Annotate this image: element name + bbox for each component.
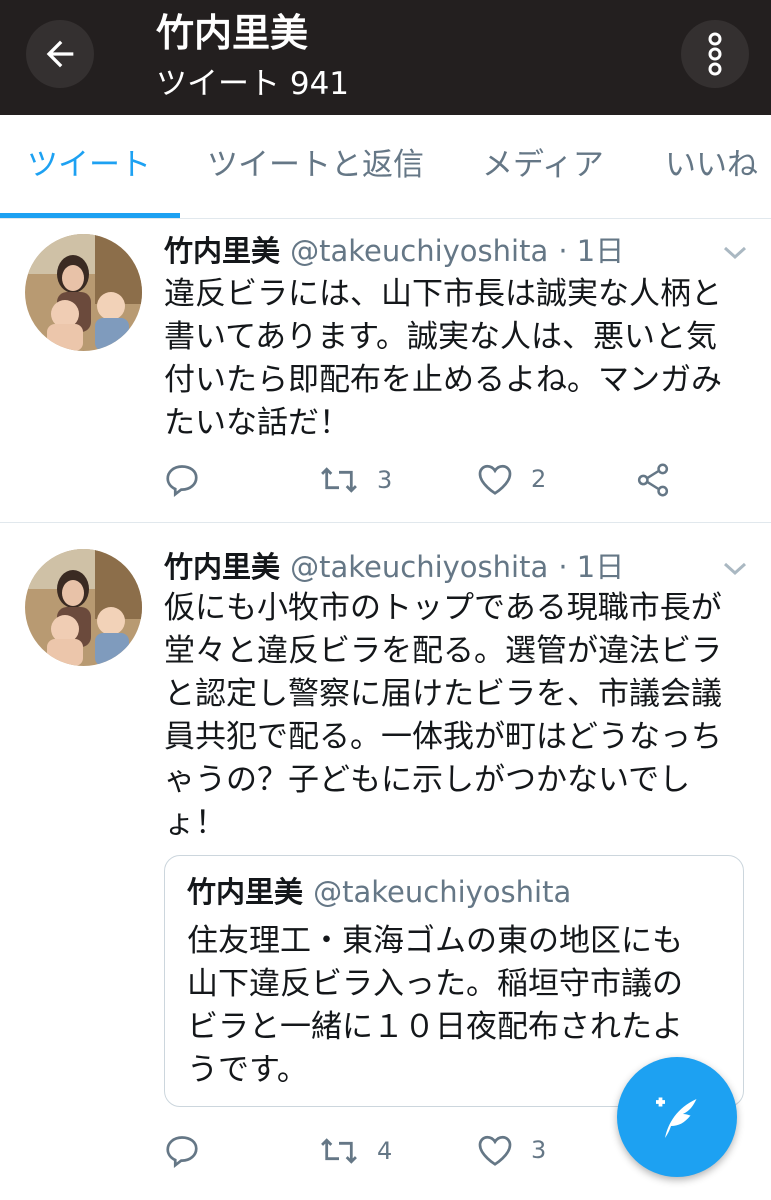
avatar[interactable] — [25, 549, 142, 666]
compose-tweet-icon — [656, 1097, 697, 1138]
tweet-text-line: 仮にも小牧市のトップである現職市長が — [164, 590, 722, 626]
tab-likes[interactable]: いいね — [665, 145, 758, 185]
reply-icon — [166, 465, 198, 498]
tweet-text-line: と認定し警察に届けたビラを、市議会議 — [164, 676, 722, 712]
tweet-author-name[interactable]: 竹内里美 — [164, 550, 280, 584]
tweet-header: 竹内里美 @takeuchiyoshita · 1日 — [164, 549, 624, 585]
tweet-author-name[interactable]: 竹内里美 — [164, 234, 280, 268]
tab-tweets-and-replies[interactable]: ツイートと返信 — [207, 145, 424, 185]
tweet-text-line: 違反ビラには、山下市長は誠実な人柄と — [164, 276, 722, 312]
tweet-text-line: 員共犯で配る。一体我が町はどうなっち — [164, 719, 722, 755]
tweet-text-line: 堂々と違反ビラを配る。選管が違法ビラ — [164, 633, 722, 669]
back-button[interactable] — [26, 20, 94, 88]
tweet-text-line: ゃうの？子どもに示しがつかないでし — [164, 762, 691, 798]
tweet-text-line: 付いたら即配布を止めるよね。マンガみ — [164, 362, 722, 398]
avatar[interactable] — [25, 234, 142, 351]
tweet-text: 違反ビラには、山下市長は誠実な人柄と 書いてあります。誠実な人は、悪いと気 付い… — [164, 273, 754, 445]
active-tab-indicator — [0, 213, 180, 218]
like-icon — [478, 1135, 512, 1166]
tweet-author-handle[interactable]: @takeuchiyoshita — [290, 550, 548, 584]
profile-name-title: 竹内里美 — [156, 11, 309, 55]
app-header: 竹内里美 ツイート 941 — [0, 0, 771, 115]
retweet-icon — [321, 467, 357, 493]
tab-media[interactable]: メディア — [482, 145, 604, 185]
reply-button[interactable] — [164, 462, 200, 498]
like-count: 3 — [531, 1136, 547, 1164]
more-options-button[interactable] — [681, 20, 749, 88]
quoted-author-handle: @takeuchiyoshita — [313, 875, 572, 909]
share-button[interactable] — [636, 462, 670, 498]
back-arrow-icon — [46, 40, 74, 68]
tweet-timestamp[interactable]: · 1日 — [558, 550, 624, 584]
retweet-button[interactable]: 4 — [319, 1133, 392, 1169]
chevron-down-icon[interactable] — [722, 559, 748, 579]
tweet-text-line: 書いてあります。誠実な人は、悪いと気 — [164, 319, 718, 355]
like-button[interactable]: 3 — [477, 1133, 546, 1167]
tweet-actions: 3 2 — [164, 462, 724, 502]
quoted-author-name: 竹内里美 — [187, 875, 304, 909]
share-icon — [637, 463, 669, 497]
quoted-tweet-header: 竹内里美 @takeuchiyoshita — [187, 874, 571, 910]
like-icon — [478, 464, 512, 495]
tweet-text: 仮にも小牧市のトップである現職市長が 堂々と違反ビラを配る。選管が違法ビラ と認… — [164, 587, 754, 845]
tab-tweets[interactable]: ツイート — [27, 145, 151, 185]
profile-tabs: ツイート ツイートと返信 メディア いいね — [0, 115, 771, 219]
retweet-icon — [321, 1138, 357, 1164]
retweet-count: 4 — [377, 1137, 393, 1165]
more-vertical-icon — [708, 32, 722, 76]
retweet-button[interactable]: 3 — [319, 462, 392, 498]
like-button[interactable]: 2 — [477, 462, 546, 496]
retweet-count: 3 — [377, 466, 393, 494]
quoted-text-line: 住友理工・東海ゴムの東の地区にも — [187, 923, 683, 959]
tweet-text-line: ょ！ — [164, 805, 226, 841]
compose-tweet-button[interactable] — [617, 1057, 737, 1177]
quoted-tweet-text: 住友理工・東海ゴムの東の地区にも 山下違反ビラ入った。稲垣守市議の ビラと一緒に… — [187, 920, 717, 1092]
reply-icon — [166, 1136, 198, 1169]
chevron-down-icon[interactable] — [722, 243, 748, 263]
tweet-author-handle[interactable]: @takeuchiyoshita — [290, 234, 548, 268]
quoted-text-line: 山下違反ビラ入った。稲垣守市議の — [187, 966, 683, 1002]
quoted-text-line: ビラと一緒に１０日夜配布されたよ — [187, 1009, 683, 1045]
tweet-header: 竹内里美 @takeuchiyoshita · 1日 — [164, 233, 624, 269]
reply-button[interactable] — [164, 1133, 200, 1169]
tweet-timestamp[interactable]: · 1日 — [558, 234, 624, 268]
tweet-item[interactable]: 竹内里美 @takeuchiyoshita · 1日 違反ビラには、山下市長は誠… — [0, 219, 771, 523]
tweet-text-line: たいな話だ！ — [164, 405, 350, 441]
like-count: 2 — [531, 465, 547, 493]
tweet-count: ツイート 941 — [156, 66, 350, 102]
